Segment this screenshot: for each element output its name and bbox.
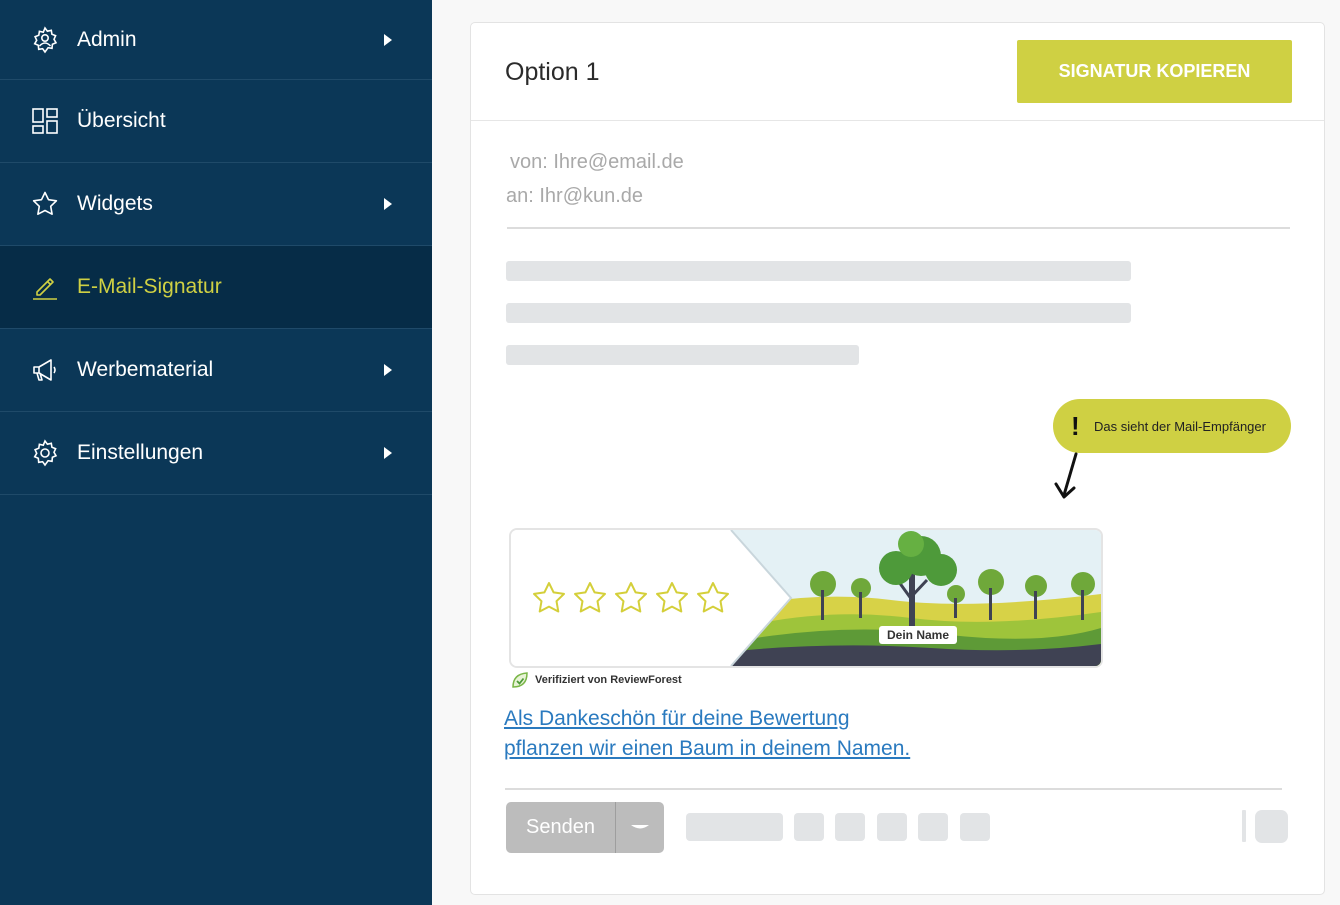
star-outline-icon bbox=[656, 582, 688, 613]
admin-gear-user-icon bbox=[30, 25, 60, 55]
sidebar-item-email-signature[interactable]: E-Mail-Signatur bbox=[0, 246, 432, 329]
megaphone-icon bbox=[30, 355, 60, 385]
toolbar-placeholder bbox=[794, 813, 824, 841]
star-outline-icon bbox=[615, 582, 647, 613]
sidebar-item-label: Übersicht bbox=[77, 109, 166, 132]
sidebar-item-label: Admin bbox=[77, 27, 137, 51]
verified-badge: Verifiziert von ReviewForest bbox=[511, 671, 682, 689]
toolbar-placeholder bbox=[835, 813, 865, 841]
body-placeholder-line bbox=[506, 345, 859, 365]
review-banner[interactable]: Dein Name bbox=[509, 528, 1103, 668]
star-outline-icon bbox=[697, 582, 729, 613]
sidebar-item-label: Werbematerial bbox=[77, 358, 214, 381]
sidebar-item-settings[interactable]: Einstellungen bbox=[0, 412, 432, 495]
star-outline-icon bbox=[574, 582, 606, 613]
toolbar-placeholder bbox=[877, 813, 907, 841]
send-button-group: Senden bbox=[506, 802, 664, 853]
divider bbox=[505, 788, 1282, 790]
sidebar-item-label: Widgets bbox=[77, 192, 153, 215]
toolbar-placeholder bbox=[918, 813, 948, 841]
chevron-down-icon bbox=[631, 824, 649, 828]
rating-stars bbox=[533, 582, 729, 613]
send-options-dropdown[interactable] bbox=[616, 802, 664, 853]
card-header: Option 1 SIGNATUR KOPIEREN bbox=[471, 23, 1324, 121]
sidebar-item-overview[interactable]: Übersicht bbox=[0, 80, 432, 163]
signature-option-card: Option 1 SIGNATUR KOPIEREN von: Ihre@ema… bbox=[470, 22, 1325, 895]
caret-right-icon bbox=[384, 198, 392, 210]
sidebar-item-widgets[interactable]: Widgets bbox=[0, 163, 432, 246]
recipient-callout: ! Das sieht der Mail-Empfänger bbox=[1053, 399, 1291, 453]
pen-icon bbox=[30, 272, 60, 302]
caret-right-icon bbox=[384, 364, 392, 376]
sidebar-item-label: Einstellungen bbox=[77, 441, 204, 464]
toolbar-placeholder bbox=[1255, 810, 1288, 843]
exclamation-icon: ! bbox=[1071, 411, 1080, 441]
body-placeholder-line bbox=[506, 303, 1131, 323]
gear-icon bbox=[30, 438, 60, 468]
copy-signature-button[interactable]: SIGNATUR KOPIEREN bbox=[1017, 40, 1292, 103]
toolbar-placeholder bbox=[686, 813, 783, 841]
sidebar-item-admin[interactable]: Admin bbox=[0, 0, 432, 80]
caret-right-icon bbox=[384, 33, 392, 46]
sidebar: Admin Übersicht Widgets E-Mail-Signatur … bbox=[0, 0, 432, 905]
divider bbox=[507, 227, 1290, 229]
verified-text: Verifiziert von ReviewForest bbox=[535, 674, 682, 686]
banner-name-label: Dein Name bbox=[887, 628, 949, 642]
arrow-down-icon bbox=[1054, 452, 1078, 499]
toolbar-placeholder bbox=[960, 813, 990, 841]
tree-planting-link[interactable]: Als Dankeschön für deine Bewertung pflan… bbox=[504, 704, 910, 764]
star-icon bbox=[30, 189, 60, 219]
link-line-2: pflanzen wir einen Baum in deinem Namen. bbox=[504, 737, 911, 760]
email-to-line: an: Ihr@kun.de bbox=[506, 185, 644, 207]
toolbar-separator bbox=[1242, 810, 1246, 842]
email-from-line: von: Ihre@email.de bbox=[510, 151, 684, 173]
send-button[interactable]: Senden bbox=[506, 802, 616, 853]
caret-right-icon bbox=[384, 447, 392, 459]
leaf-check-icon bbox=[512, 672, 528, 688]
callout-text: Das sieht der Mail-Empfänger bbox=[1094, 418, 1266, 434]
sidebar-item-marketing-material[interactable]: Werbematerial bbox=[0, 329, 432, 412]
body-placeholder-line bbox=[506, 261, 1131, 281]
link-line-1: Als Dankeschön für deine Bewertung bbox=[504, 707, 850, 730]
card-title: Option 1 bbox=[505, 58, 600, 86]
dashboard-grid-icon bbox=[30, 106, 60, 136]
sidebar-item-label: E-Mail-Signatur bbox=[77, 275, 222, 298]
star-outline-icon bbox=[533, 582, 565, 613]
